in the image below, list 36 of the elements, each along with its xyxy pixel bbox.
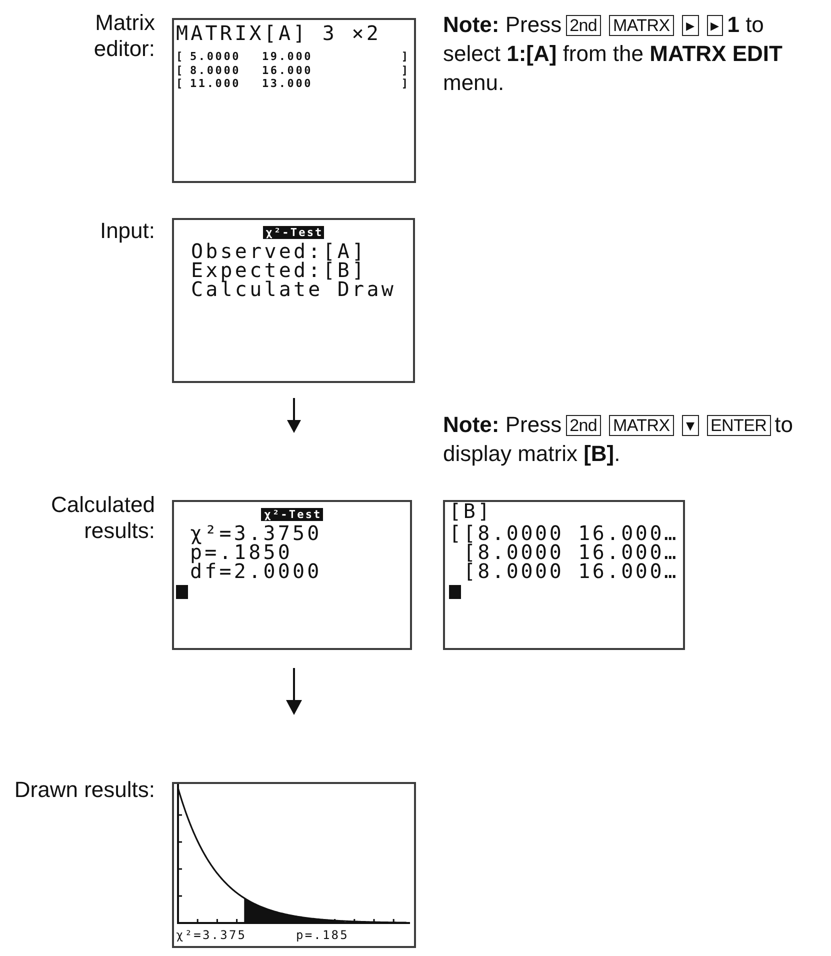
step-label: Matrix editor:: [92, 10, 155, 62]
p-value-readout: p=.185: [296, 927, 349, 944]
screen-title: MATRIX[A] 3 ×2: [176, 22, 382, 44]
screen-line: Observed:[A]: [191, 242, 368, 261]
matrix-bracket: ]: [401, 50, 408, 64]
screen-line: Calculate Draw: [191, 280, 397, 299]
matrix-row: [8.0000 16.000…: [463, 524, 678, 543]
matrix-value: 19.000: [262, 50, 314, 64]
matrix-bracket: ]: [401, 64, 408, 77]
matrix-value: 5.0000: [190, 50, 242, 64]
down-arrow: [287, 398, 301, 433]
screen-title: [B]: [449, 502, 494, 521]
matrix-bracket: ]: [401, 77, 408, 90]
matrix-row: [8.0000 16.000…: [463, 543, 678, 562]
matrix-bracket: [: [176, 64, 186, 77]
matrix-bracket: [: [176, 50, 186, 64]
screen-line: Expected:[B]: [191, 261, 367, 280]
down-arrow: [286, 668, 302, 715]
chi-square-readout: χ²=3.375: [176, 927, 247, 944]
matrix-row: [8.0000 16.000…: [463, 562, 678, 581]
note-text: Note: Press 2nd MATRX ▾ ENTER to display matrix [B].: [443, 411, 794, 468]
matrix-value: 16.000: [262, 64, 314, 77]
note-text: Note: Press 2nd MATRX ▸ ▸ 1 to select 1:[A] from the MATRX EDIT menu.: [443, 11, 784, 97]
step-label: Calculated results:: [50, 492, 155, 544]
screen-line: p=.1850: [190, 543, 292, 562]
screen-header: χ²-Test: [261, 508, 323, 521]
matrix-bracket: [: [449, 524, 464, 543]
step-label: Drawn results:: [14, 777, 155, 803]
matrix-bracket: [: [176, 77, 186, 90]
screen-header: χ²-Test: [262, 226, 324, 239]
matrix-value: 13.000: [262, 77, 314, 90]
screen-line: df=2.0000: [190, 562, 323, 581]
matrix-value: 8.0000: [190, 64, 242, 77]
matrix-value: 11.000: [190, 77, 242, 90]
step-label: Input:: [100, 218, 155, 244]
screen-line: χ²=3.3750: [190, 524, 323, 543]
